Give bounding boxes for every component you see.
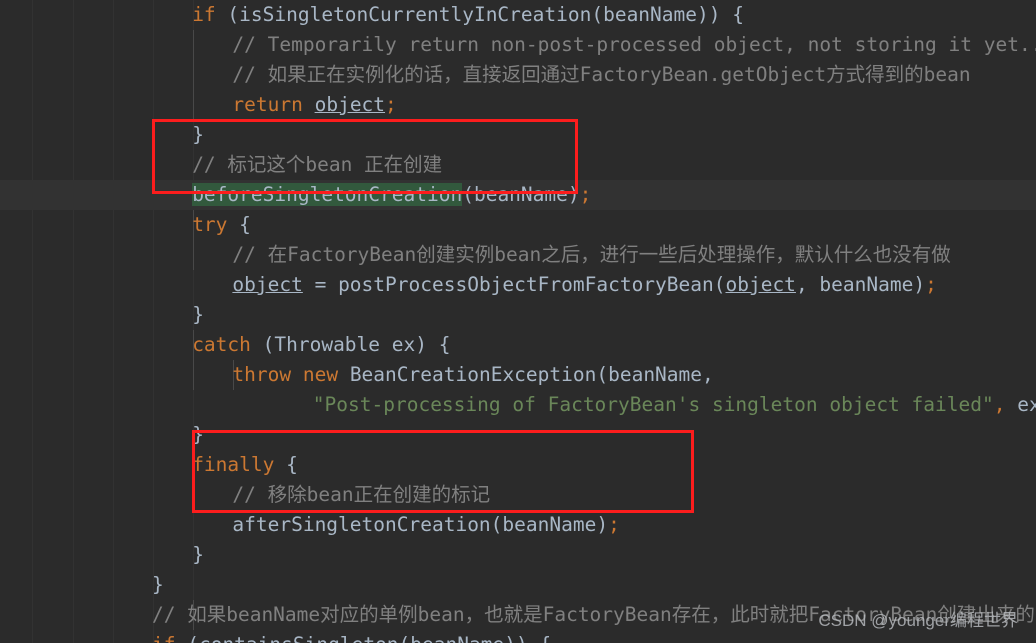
comment-token: // 标记这个bean 正在创建 xyxy=(192,153,443,176)
variable-token: object xyxy=(725,273,796,296)
string-token: "Post-processing of FactoryBean's single… xyxy=(312,393,994,416)
code-token: } xyxy=(192,303,204,326)
code-line[interactable]: } xyxy=(152,300,1036,330)
code-line[interactable]: if (isSingletonCurrentlyInCreation(beanN… xyxy=(152,0,1036,30)
code-line[interactable]: // 标记这个bean 正在创建 xyxy=(152,150,1036,180)
code-line[interactable]: throw new BeanCreationException(beanName… xyxy=(152,360,1036,390)
code-line[interactable]: } xyxy=(152,420,1036,450)
code-editor-viewport[interactable]: if (isSingletonCurrentlyInCreation(beanN… xyxy=(0,0,1036,643)
code-line[interactable]: finally { xyxy=(152,450,1036,480)
code-line[interactable]: // 在FactoryBean创建实例bean之后，进行一些后处理操作，默认什么… xyxy=(152,240,1036,270)
code-line[interactable]: if (containsSingleton(beanName)) { xyxy=(152,630,1036,643)
code-line[interactable]: beforeSingletonCreation(beanName); xyxy=(152,180,1036,210)
code-token: (isSingletonCurrentlyInCreation(beanName… xyxy=(215,3,744,26)
keyword-token: finally xyxy=(192,453,275,476)
code-line[interactable]: } xyxy=(152,120,1036,150)
code-line[interactable]: afterSingletonCreation(beanName); xyxy=(152,510,1036,540)
code-line[interactable]: return object; xyxy=(152,90,1036,120)
comment-token: // 在FactoryBean创建实例bean之后，进行一些后处理操作，默认什么… xyxy=(232,243,951,266)
code-token: } xyxy=(152,573,164,596)
code-token: (containsSingleton(beanName)) { xyxy=(175,633,551,643)
code-line[interactable]: catch (Throwable ex) { xyxy=(152,330,1036,360)
code-token: , beanName) xyxy=(795,273,926,296)
code-token: ; xyxy=(579,183,592,206)
keyword-token: if xyxy=(192,3,216,26)
code-token: afterSingletonCreation(beanName) xyxy=(232,513,609,536)
code-token: (Throwable ex) { xyxy=(250,333,451,356)
code-token: } xyxy=(192,423,204,446)
code-token: ; xyxy=(608,513,620,536)
code-line[interactable]: } xyxy=(152,570,1036,600)
code-content[interactable]: if (isSingletonCurrentlyInCreation(beanN… xyxy=(0,0,1036,643)
code-line[interactable]: } xyxy=(152,540,1036,570)
code-token: ; xyxy=(385,93,397,116)
watermark-label: CSDN @younger编程世界 xyxy=(818,611,1018,630)
comment-token: // 移除bean正在创建的标记 xyxy=(232,483,491,506)
code-token: } xyxy=(192,123,204,146)
variable-token: object xyxy=(314,93,386,116)
code-line[interactable]: try { xyxy=(152,210,1036,240)
keyword-token: return xyxy=(232,93,303,116)
keyword-token: try xyxy=(192,213,228,236)
code-token: { xyxy=(274,453,298,476)
code-token: BeanCreationException(beanName, xyxy=(338,363,714,386)
search-match-token: beforeSingletonCreation xyxy=(192,183,463,206)
code-token: } xyxy=(192,543,204,566)
keyword-token: new xyxy=(302,363,339,386)
code-token: ; xyxy=(925,273,937,296)
keyword-token: if xyxy=(152,633,175,643)
comment-token: // 如果正在实例化的话，直接返回通过FactoryBean.getObject… xyxy=(232,63,971,86)
code-token: { xyxy=(227,213,251,236)
code-token: (beanName) xyxy=(462,183,580,206)
code-token: = postProcessObjectFromFactoryBean( xyxy=(302,273,726,296)
code-line[interactable]: // 如果正在实例化的话，直接返回通过FactoryBean.getObject… xyxy=(152,60,1036,90)
code-line[interactable]: object = postProcessObjectFromFactoryBea… xyxy=(152,270,1036,300)
code-line[interactable]: "Post-processing of FactoryBean's single… xyxy=(152,390,1036,420)
comment-token: // Temporarily return non-post-processed… xyxy=(232,33,1036,56)
keyword-token: throw xyxy=(232,363,292,386)
code-token: ex) xyxy=(1017,393,1036,416)
code-line[interactable]: // 移除bean正在创建的标记 xyxy=(152,480,1036,510)
variable-token: object xyxy=(232,273,303,296)
keyword-token: catch xyxy=(192,333,251,356)
code-line[interactable]: // Temporarily return non-post-processed… xyxy=(152,30,1036,60)
code-token: , xyxy=(993,393,1006,416)
